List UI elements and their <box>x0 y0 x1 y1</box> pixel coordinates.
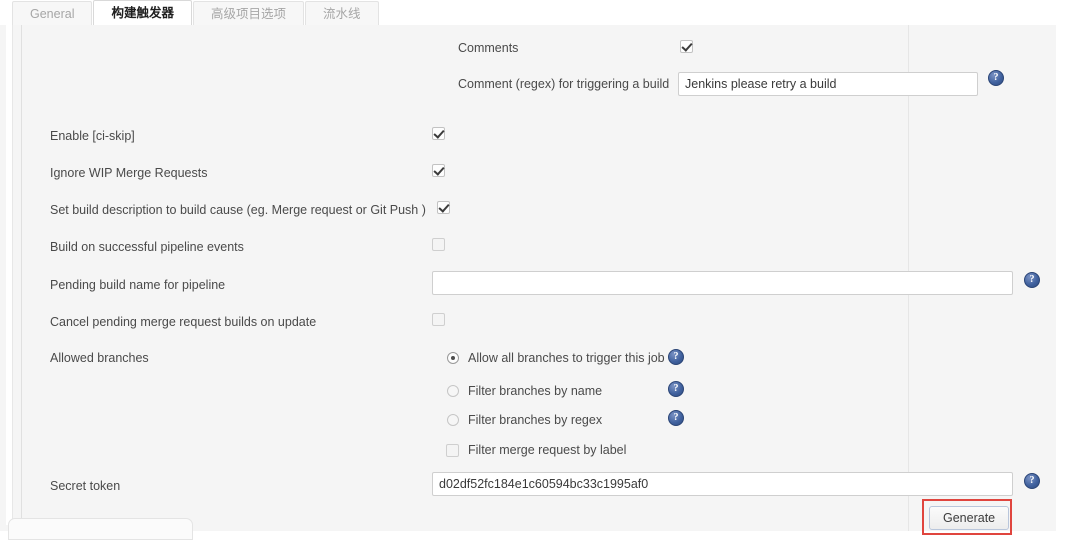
panel-left-border <box>21 25 22 531</box>
allowed-branches-option-regex[interactable]: Filter branches by regex <box>447 412 602 428</box>
panel-left-edge <box>6 25 13 525</box>
allow-all-branches-radio[interactable] <box>447 352 459 364</box>
ignore-wip-row: Ignore WIP Merge Requests <box>50 165 207 181</box>
secret-token-help-icon[interactable]: ? <box>1024 473 1040 489</box>
generate-button[interactable]: Generate <box>929 506 1010 530</box>
filter-merge-request-by-label-checkbox[interactable] <box>446 443 459 457</box>
filter-branches-by-regex-label: Filter branches by regex <box>468 413 603 427</box>
comment-regex-help-icon[interactable]: ? <box>988 70 1004 86</box>
secret-token-label: Secret token <box>50 479 121 493</box>
comments-row: Comments <box>458 40 678 56</box>
set-build-description-row: Set build description to build cause (eg… <box>50 202 426 218</box>
enable-ci-skip-checkbox[interactable] <box>432 127 445 140</box>
set-build-description-checkbox[interactable] <box>437 201 450 214</box>
filter-branches-by-name-label: Filter branches by name <box>468 384 603 398</box>
allow-all-branches-label: Allow all branches to trigger this job <box>468 351 665 365</box>
allowed-branches-label: Allowed branches <box>50 351 149 365</box>
tab-advanced-project-options[interactable]: 高级项目选项 <box>193 1 305 26</box>
secret-token-row: Secret token <box>50 478 120 494</box>
pending-build-name-label: Pending build name for pipeline <box>50 278 226 292</box>
allow-all-branches-help-icon[interactable]: ? <box>668 349 684 365</box>
filter-branches-by-name-help-icon[interactable]: ? <box>668 381 684 397</box>
tab-build-triggers[interactable]: 构建触发器 <box>93 0 192 26</box>
filter-merge-request-by-label-row[interactable]: Filter merge request by label <box>446 442 626 458</box>
build-on-pipeline-events-label: Build on successful pipeline events <box>50 240 244 254</box>
build-on-pipeline-events-row: Build on successful pipeline events <box>50 239 244 255</box>
enable-ci-skip-label: Enable [ci-skip] <box>50 129 135 143</box>
filter-merge-request-by-label-label: Filter merge request by label <box>468 443 627 457</box>
set-build-description-label: Set build description to build cause (eg… <box>50 203 426 217</box>
tab-bar: General 构建触发器 高级项目选项 流水线 <box>0 0 1080 26</box>
panel-right-edge <box>1056 25 1080 531</box>
filter-branches-by-regex-radio[interactable] <box>447 414 459 426</box>
tab-list: General 构建触发器 高级项目选项 流水线 <box>12 0 380 26</box>
comment-regex-label: Comment (regex) for triggering a build <box>458 77 670 91</box>
pending-build-name-row: Pending build name for pipeline <box>50 277 225 293</box>
cancel-pending-builds-label: Cancel pending merge request builds on u… <box>50 315 317 329</box>
tab-pipeline[interactable]: 流水线 <box>305 1 379 26</box>
comments-checkbox[interactable] <box>680 40 693 53</box>
filter-branches-by-regex-help-icon[interactable]: ? <box>668 410 684 426</box>
build-on-pipeline-events-checkbox[interactable] <box>432 238 445 251</box>
cancel-pending-builds-row: Cancel pending merge request builds on u… <box>50 314 316 330</box>
allowed-branches-row: Allowed branches <box>50 350 149 366</box>
filter-branches-by-name-radio[interactable] <box>447 385 459 397</box>
comment-regex-input[interactable] <box>678 72 978 96</box>
ignore-wip-checkbox[interactable] <box>432 164 445 177</box>
allowed-branches-option-all[interactable]: Allow all branches to trigger this job <box>447 350 665 366</box>
secret-token-input[interactable] <box>432 472 1013 496</box>
cancel-pending-builds-checkbox[interactable] <box>432 313 445 326</box>
tab-general[interactable]: General <box>12 1 93 26</box>
bottom-panel-corner <box>8 518 193 540</box>
enable-ci-skip-row: Enable [ci-skip] <box>50 128 135 144</box>
allowed-branches-option-name[interactable]: Filter branches by name <box>447 383 602 399</box>
ignore-wip-label: Ignore WIP Merge Requests <box>50 166 208 180</box>
pending-build-name-help-icon[interactable]: ? <box>1024 272 1040 288</box>
comment-regex-row: Comment (regex) for triggering a build <box>458 76 669 92</box>
comments-label: Comments <box>458 41 519 55</box>
pending-build-name-input[interactable] <box>432 271 1013 295</box>
